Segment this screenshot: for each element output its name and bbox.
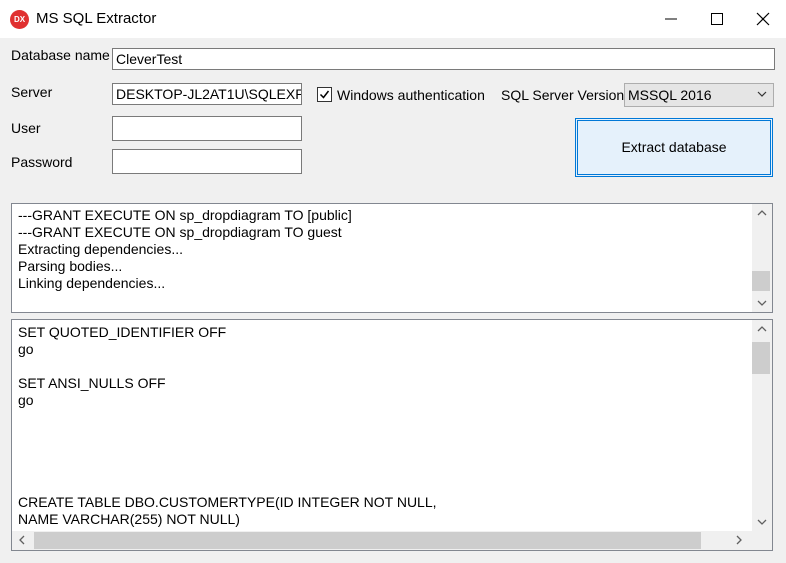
maximize-button[interactable]	[694, 0, 740, 38]
output-vertical-scrollbar[interactable]	[752, 320, 772, 531]
checkmark-icon	[319, 90, 330, 99]
password-label: Password	[11, 154, 73, 170]
output-horizontal-scroll-thumb[interactable]	[34, 532, 701, 549]
close-icon	[756, 12, 770, 26]
chevron-down-icon	[756, 84, 768, 112]
title-bar[interactable]: DX MS SQL Extractor	[0, 0, 786, 38]
output-pane[interactable]: SET QUOTED_IDENTIFIER OFF go SET ANSI_NU…	[11, 319, 773, 551]
window-title: MS SQL Extractor	[36, 10, 157, 27]
scroll-right-arrow-icon[interactable]	[730, 531, 750, 549]
database-name-label: Database name	[11, 47, 110, 63]
sql-version-select[interactable]: MSSQL 2016	[624, 83, 774, 107]
log-text: ---GRANT EXECUTE ON sp_dropdiagram TO [p…	[18, 207, 352, 291]
sql-version-value: MSSQL 2016	[628, 87, 712, 103]
extract-database-button[interactable]: Extract database	[575, 118, 773, 177]
scrollbar-corner	[752, 531, 772, 550]
log-vertical-scrollbar[interactable]	[752, 204, 772, 312]
scroll-down-arrow-icon[interactable]	[752, 513, 772, 531]
output-vertical-scroll-thumb[interactable]	[752, 342, 770, 374]
windows-auth-checkbox[interactable]	[317, 87, 332, 102]
server-label: Server	[11, 84, 53, 100]
scroll-left-arrow-icon[interactable]	[12, 531, 32, 549]
minimize-button[interactable]	[648, 0, 694, 38]
database-name-input[interactable]: CleverTest	[112, 48, 775, 70]
app-logo-icon: DX	[10, 10, 29, 29]
maximize-icon	[711, 13, 723, 25]
scroll-down-arrow-icon[interactable]	[752, 294, 772, 312]
user-input[interactable]	[112, 116, 302, 141]
server-input[interactable]: DESKTOP-JL2AT1U\SQLEXPRESS	[112, 83, 302, 105]
log-scroll-thumb[interactable]	[752, 271, 770, 291]
user-label: User	[11, 120, 41, 136]
sql-version-label: SQL Server Version	[501, 87, 625, 103]
scroll-up-arrow-icon[interactable]	[752, 204, 772, 222]
password-input[interactable]	[112, 149, 302, 174]
close-button[interactable]	[740, 0, 786, 38]
minimize-icon	[665, 18, 677, 20]
output-text: SET QUOTED_IDENTIFIER OFF go SET ANSI_NU…	[18, 324, 437, 527]
output-horizontal-scrollbar[interactable]	[12, 531, 772, 550]
windows-auth-label[interactable]: Windows authentication	[337, 87, 485, 103]
log-pane[interactable]: ---GRANT EXECUTE ON sp_dropdiagram TO [p…	[11, 203, 773, 313]
scroll-up-arrow-icon[interactable]	[752, 320, 772, 338]
